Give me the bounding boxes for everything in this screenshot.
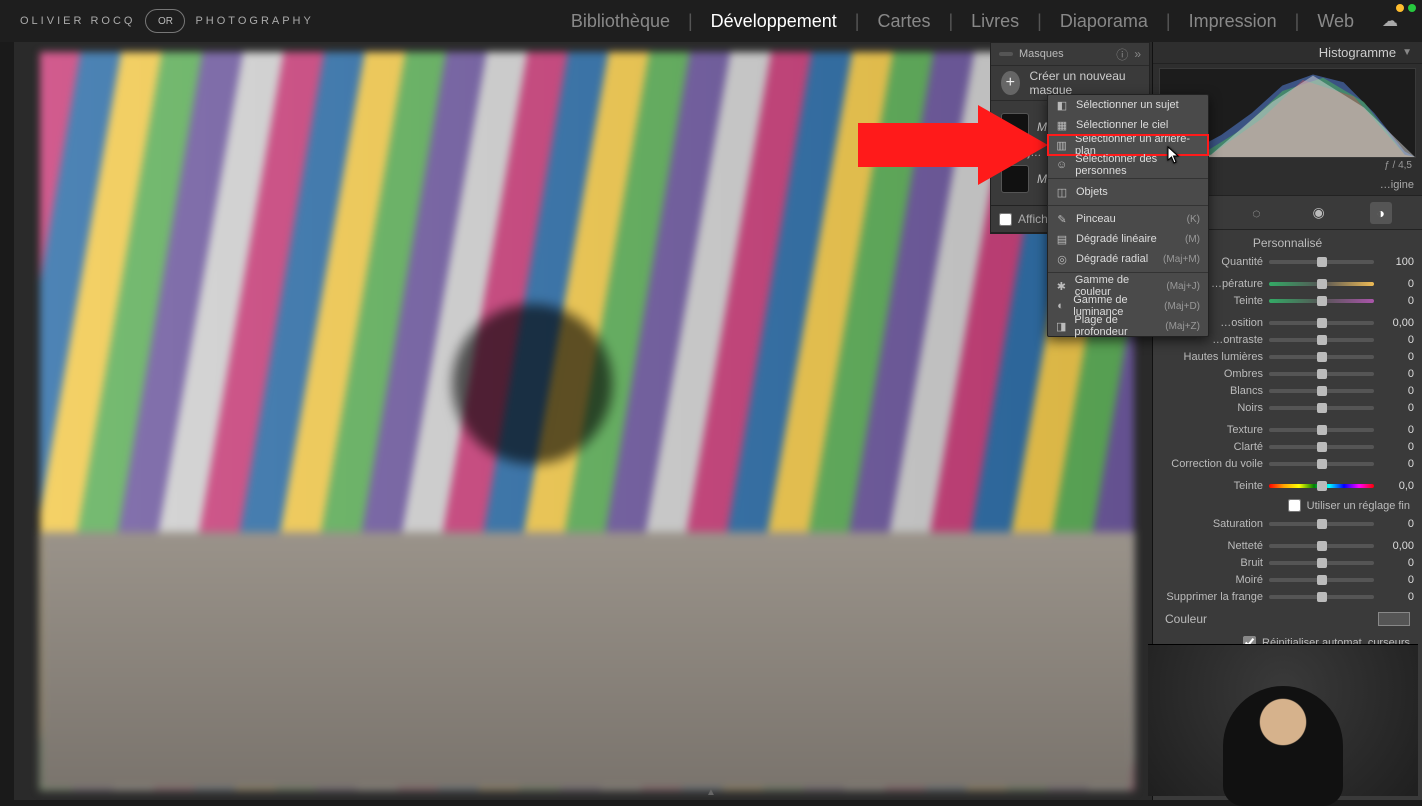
module-book[interactable]: Livres <box>967 11 1023 32</box>
masks-panel-header[interactable]: Masques ⓘ » <box>991 43 1149 65</box>
histogram-title: Histogramme <box>1319 45 1396 60</box>
slider-texture[interactable]: Texture 0 <box>1161 422 1414 438</box>
collapse-icon[interactable]: » <box>1134 47 1141 61</box>
add-mask-button[interactable]: + <box>1001 71 1020 95</box>
menu-select-sky[interactable]: ▦ Sélectionner le ciel <box>1048 115 1208 135</box>
sky-icon: ▦ <box>1056 119 1068 132</box>
objects-icon: ◫ <box>1056 186 1068 199</box>
people-icon: ☺ <box>1056 159 1067 171</box>
slider-hautes[interactable]: Hautes lumières 0 <box>1161 349 1414 365</box>
background-icon: ▥ <box>1056 139 1067 152</box>
menu-select-people[interactable]: ☺ Sélectionner des personnes <box>1048 155 1208 175</box>
info-icon[interactable]: ⓘ <box>1116 46 1128 63</box>
subject-icon: ◧ <box>1056 99 1068 112</box>
menu-radial-gradient[interactable]: ◎ Dégradé radial (Maj+M) <box>1048 249 1208 269</box>
slider-nettete[interactable]: Netteté 0,00 <box>1161 538 1414 554</box>
module-print[interactable]: Impression <box>1185 11 1281 32</box>
logo-emblem: OR <box>145 9 185 33</box>
top-bar: OLIVIER ROCQ OR PHOTOGRAPHY Bibliothèque… <box>0 0 1422 42</box>
menu-depth-range[interactable]: ◨ Plage de profondeur (Maj+Z) <box>1048 316 1208 336</box>
slider-blancs[interactable]: Blancs 0 <box>1161 383 1414 399</box>
depth-range-icon: ◨ <box>1056 320 1066 333</box>
slider-moire[interactable]: Moiré 0 <box>1161 572 1414 588</box>
identity-plate: OLIVIER ROCQ OR PHOTOGRAPHY <box>20 9 314 33</box>
menu-select-background[interactable]: ▥ Sélectionner un arrière-plan <box>1048 135 1208 155</box>
slider-bruit[interactable]: Bruit 0 <box>1161 555 1414 571</box>
presenter-figure <box>1223 686 1343 806</box>
module-map[interactable]: Cartes <box>873 11 934 32</box>
mask-type-menu: ◧ Sélectionner un sujet ▦ Sélectionner l… <box>1047 94 1209 337</box>
chevron-down-icon: ▼ <box>1402 47 1412 58</box>
luminance-range-icon: ◐ <box>1056 300 1065 312</box>
mask-tool-icon[interactable]: ◑ <box>1370 202 1392 224</box>
radial-gradient-icon: ◎ <box>1056 253 1068 266</box>
cloud-sync-icon[interactable]: ☁ <box>1378 11 1402 31</box>
create-mask-label: Créer un nouveau masque <box>1030 69 1140 97</box>
grip-icon <box>999 52 1013 56</box>
menu-objects[interactable]: ◫ Objets <box>1048 182 1208 202</box>
histogram-header[interactable]: Histogramme ▼ <box>1153 42 1422 64</box>
color-swatch[interactable] <box>1378 612 1410 626</box>
module-library[interactable]: Bibliothèque <box>567 11 674 32</box>
slider-teinte-hue[interactable]: Teinte 0,0 <box>1161 478 1414 494</box>
linear-gradient-icon: ▤ <box>1056 233 1068 246</box>
slider-voile[interactable]: Correction du voile 0 <box>1161 456 1414 472</box>
window-traffic-lights <box>1396 4 1416 12</box>
masks-title: Masques <box>1019 48 1064 60</box>
slider-clarte[interactable]: Clarté 0 <box>1161 439 1414 455</box>
slider-frange[interactable]: Supprimer la frange 0 <box>1161 589 1414 605</box>
module-slideshow[interactable]: Diaporama <box>1056 11 1152 32</box>
menu-color-range[interactable]: ✱ Gamme de couleur (Maj+J) <box>1048 276 1208 296</box>
reglage-fin-checkbox[interactable] <box>1288 499 1301 512</box>
menu-luminance-range[interactable]: ◐ Gamme de luminance (Maj+D) <box>1048 296 1208 316</box>
redeye-tool-icon[interactable]: ◉ <box>1308 202 1330 224</box>
module-develop[interactable]: Développement <box>707 11 841 32</box>
filmstrip-collapse-icon[interactable]: ▲ <box>706 787 716 798</box>
brush-icon: ✎ <box>1056 213 1068 226</box>
left-panel-collapsed[interactable] <box>0 42 14 800</box>
slider-ombres[interactable]: Ombres 0 <box>1161 366 1414 382</box>
show-overlay-checkbox[interactable] <box>999 213 1012 226</box>
meta-aperture: ƒ / 4,5 <box>1384 160 1412 171</box>
menu-select-subject[interactable]: ◧ Sélectionner un sujet <box>1048 95 1208 115</box>
webcam-overlay <box>1148 644 1418 796</box>
checkbox-reglage-fin[interactable]: Utiliser un réglage fin <box>1161 495 1414 516</box>
color-row[interactable]: Couleur <box>1161 606 1414 632</box>
menu-linear-gradient[interactable]: ▤ Dégradé linéaire (M) <box>1048 229 1208 249</box>
menu-brush[interactable]: ✎ Pinceau (K) <box>1048 209 1208 229</box>
slider-noirs[interactable]: Noirs 0 <box>1161 400 1414 416</box>
logo-text-right: PHOTOGRAPHY <box>195 15 313 27</box>
logo-text-left: OLIVIER ROCQ <box>20 15 135 27</box>
slider-saturation[interactable]: Saturation 0 <box>1161 516 1414 532</box>
module-switcher: Bibliothèque| Développement| Cartes| Liv… <box>567 11 1402 32</box>
heal-tool-icon[interactable]: ◌ <box>1245 202 1267 224</box>
module-web[interactable]: Web <box>1313 11 1358 32</box>
color-range-icon: ✱ <box>1056 280 1067 293</box>
annotation-arrow <box>858 105 1048 185</box>
